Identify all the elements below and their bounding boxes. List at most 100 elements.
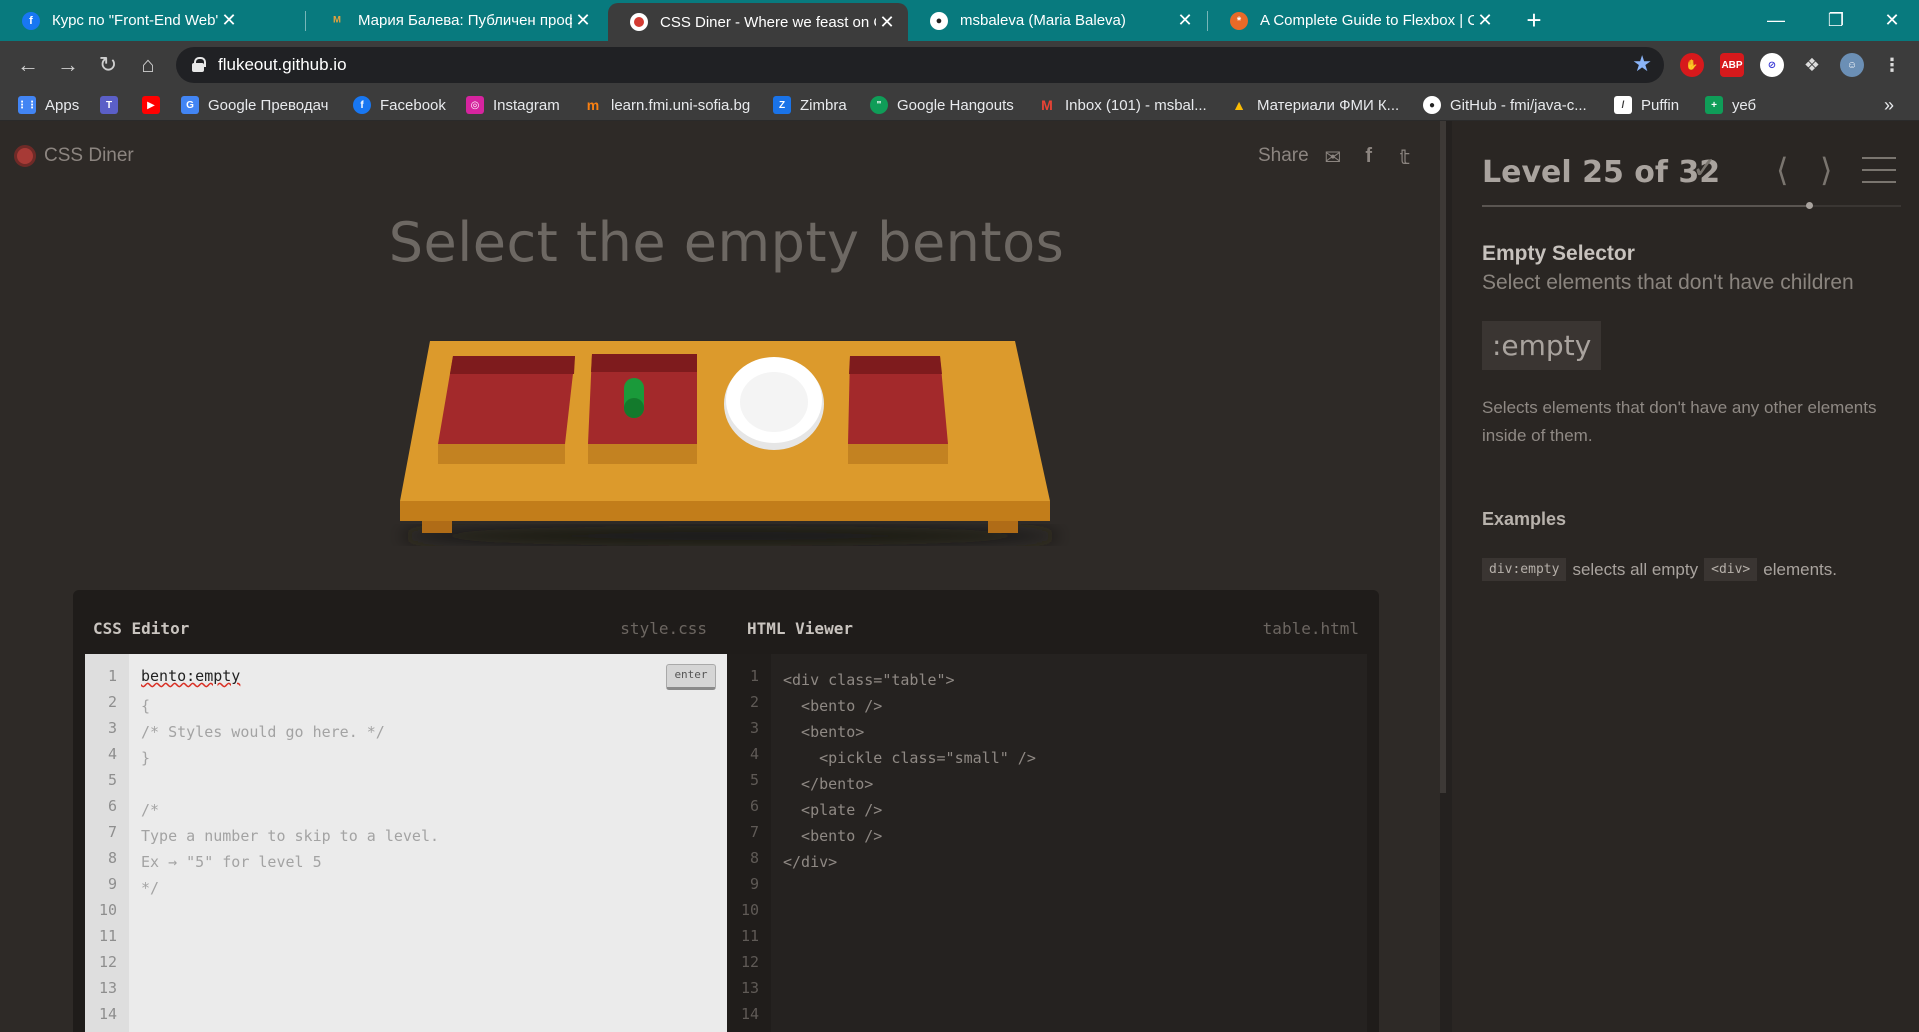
avatar[interactable]: ☺ (1840, 53, 1864, 77)
bookmark-google-translate[interactable]: G Google Преводач (181, 94, 328, 116)
bookmark-label: Apps (45, 96, 80, 114)
bookmark-youtube[interactable]: ▶ (142, 94, 169, 116)
home-icon[interactable]: ⌂ (132, 49, 164, 81)
tab-flexbox-guide[interactable]: * A Complete Guide to Flexbox | C ✕ (1208, 0, 1506, 41)
bookmark-facebook[interactable]: f Facebook (353, 94, 446, 116)
close-tab-icon[interactable]: ✕ (876, 12, 898, 33)
line-number: 3 (107, 719, 117, 737)
bookmark-teams[interactable]: T (100, 94, 127, 116)
bookmark-apps[interactable]: ⋮⋮ Apps (17, 94, 80, 116)
level-sidebar: Level 25 of 32 ✓ ⟨ ⟩ Empty Selector Sele… (1446, 121, 1919, 1032)
html-code-line: <bento> (783, 723, 865, 741)
bookmark-instagram[interactable]: ◎ Instagram (466, 94, 560, 116)
github-icon: ● (1423, 96, 1441, 114)
forward-icon[interactable]: → (52, 49, 84, 81)
css-editor[interactable]: 1 2 3 4 5 6 7 8 9 10 11 12 13 14 bento:empty {/* Styl… (85, 654, 727, 1032)
next-level-icon[interactable]: ⟩ (1820, 151, 1832, 189)
adblock-hand-icon[interactable]: ✋ (1680, 53, 1704, 77)
tab-profile[interactable]: ᴹ Мария Балева: Публичен профи ✕ (306, 0, 604, 41)
bookmark-label: learn.fmi.uni-sofia.bg (611, 96, 751, 114)
html-viewer-header: HTML Viewer table.html (727, 602, 1379, 654)
css-diner-page: CSS Diner Share ✉ f 𝕥 Select the empty b… (0, 121, 1919, 1032)
line-number: 14 (740, 1005, 759, 1023)
bookmark-gmail[interactable]: M Inbox (101) - msbal... (1038, 94, 1207, 116)
extensions-puzzle-icon[interactable]: ❖ (1800, 53, 1824, 77)
abp-icon[interactable]: ABP (1720, 53, 1744, 77)
css-code-line: /* Styles would go here. */ (141, 723, 385, 741)
email-icon[interactable]: ✉ (1321, 145, 1345, 169)
bookmarks-overflow-icon[interactable]: » (1884, 94, 1894, 116)
back-icon[interactable]: ← (12, 49, 44, 81)
plate[interactable] (724, 357, 824, 450)
level-menu-icon[interactable] (1862, 157, 1896, 185)
bookmark-learn-fmi[interactable]: m learn.fmi.uni-sofia.bg (584, 94, 750, 116)
css-selector-input[interactable]: bento:empty (141, 667, 240, 685)
browser-toolbar: ← → ↻ ⌂ flukeout.github.io ★ ✋ ABP ⊘ ❖ ☺… (0, 41, 1919, 88)
example-row: div:empty selects all empty <div> elemen… (1482, 558, 1837, 581)
tab-github-profile[interactable]: ● msbaleva (Maria Baleva) ✕ (908, 0, 1206, 41)
restore-icon[interactable]: ❐ (1806, 0, 1866, 41)
example-code: div:empty (1482, 558, 1567, 581)
logo[interactable]: CSS Diner (14, 145, 134, 167)
enter-button[interactable]: enter (666, 664, 716, 690)
twitter-icon[interactable]: 𝕥 (1393, 145, 1417, 169)
css-code-line: { (141, 697, 151, 715)
new-tab-button[interactable]: + (1519, 6, 1549, 36)
facebook-icon[interactable]: f (1357, 145, 1381, 167)
bookmark-label: Материали ФМИ К... (1257, 96, 1400, 114)
bookmark-zimbra[interactable]: Z Zimbra (773, 94, 847, 116)
line-number: 4 (749, 745, 759, 763)
bento-empty[interactable] (438, 356, 575, 464)
moodle-icon: m (586, 97, 600, 113)
menu-kebab-icon[interactable]: ⋮ (1880, 53, 1904, 77)
selector-description: Selects elements that don't have any oth… (1482, 398, 1877, 445)
close-window-icon[interactable]: ✕ (1862, 0, 1919, 41)
minimize-icon[interactable]: — (1746, 0, 1806, 41)
bookmark-puffin[interactable]: / Puffin (1614, 94, 1679, 116)
bookmark-github[interactable]: ● GitHub - fmi/java-c... (1423, 94, 1587, 116)
completed-check-icon: ✓ (1692, 152, 1718, 185)
close-tab-icon[interactable]: ✕ (218, 10, 240, 31)
lock-icon (192, 57, 206, 72)
close-tab-icon[interactable]: ✕ (1474, 10, 1496, 31)
instagram-icon: ◎ (466, 96, 484, 114)
tab-front-end-course[interactable]: f Курс по "Front-End Web" 2020 | ✕ (0, 0, 250, 41)
examples-title: Examples (1482, 509, 1567, 529)
html-viewer: 1 2 3 4 5 6 7 8 9 10 11 12 13 14 <div class="table"> … (727, 654, 1367, 1032)
bookmark-label: Puffin (1641, 96, 1680, 114)
close-tab-icon[interactable]: ✕ (1174, 10, 1196, 31)
html-code-line: </bento> (783, 775, 874, 793)
line-number: 10 (740, 901, 759, 919)
line-number: 6 (107, 797, 117, 815)
example-tag: <div> (1704, 558, 1758, 581)
close-tab-icon[interactable]: ✕ (572, 10, 594, 31)
bookmark-web-sheet[interactable]: + уеб (1705, 94, 1756, 116)
pickle[interactable] (624, 378, 644, 418)
css-editor-header: CSS Editor style.css (73, 602, 727, 654)
line-number: 1 (107, 667, 117, 685)
bookmark-label: Instagram (493, 96, 560, 114)
css-code-line: */ (141, 879, 160, 897)
css-file-name: style.css (620, 618, 707, 638)
css-editor-title: CSS Editor (93, 618, 190, 638)
bookmark-drive[interactable]: ▲ Материали ФМИ К... (1230, 94, 1399, 116)
reload-icon[interactable]: ↻ (92, 49, 124, 81)
github-icon: ● (930, 11, 948, 30)
url-text[interactable]: flukeout.github.io (218, 47, 347, 83)
line-number: 5 (107, 771, 117, 789)
game-area: CSS Diner Share ✉ f 𝕥 Select the empty b… (0, 121, 1440, 1032)
apps-grid-icon: ⋮⋮ (17, 96, 37, 114)
previous-level-icon[interactable]: ⟨ (1776, 151, 1788, 189)
line-number: 12 (98, 953, 117, 971)
progress-knob (1805, 202, 1813, 209)
line-number: 8 (107, 849, 117, 867)
html-markup: <div class="table"> <bento /> <bento> <p… (783, 667, 1036, 875)
css-code-line: } (141, 749, 151, 767)
tab-css-diner[interactable]: CSS Diner - Where we feast on C ✕ (608, 3, 908, 41)
blocker-icon[interactable]: ⊘ (1760, 53, 1784, 77)
bento-empty[interactable] (848, 356, 948, 464)
address-bar[interactable]: flukeout.github.io ★ (176, 47, 1664, 83)
bookmark-star-icon[interactable]: ★ (1632, 51, 1652, 77)
fmi-icon: ᴹ (333, 12, 341, 29)
bookmark-hangouts[interactable]: " Google Hangouts (870, 94, 1014, 116)
